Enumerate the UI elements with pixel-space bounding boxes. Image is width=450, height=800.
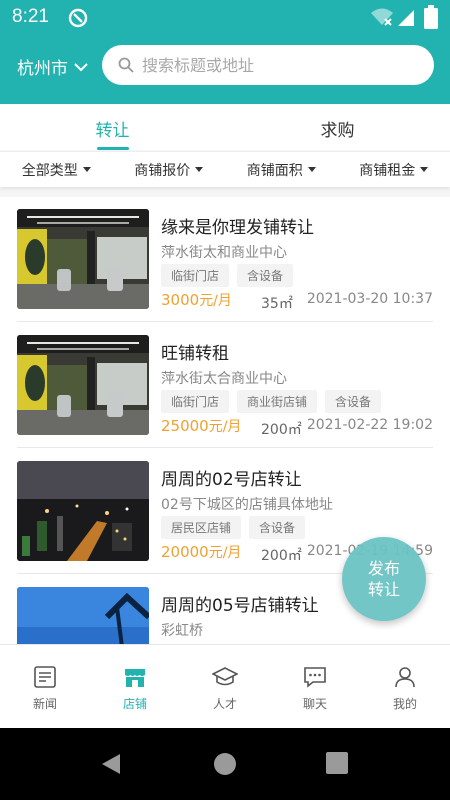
caret-down-icon bbox=[195, 166, 204, 172]
city-label: 杭州市 bbox=[17, 59, 68, 79]
publish-transfer-button[interactable]: 发布 转让 bbox=[342, 537, 426, 621]
listing-title: 旺铺转租 bbox=[161, 344, 229, 364]
listing-address: 02号下城区的店铺具体地址 bbox=[161, 497, 333, 513]
city-selector[interactable]: 杭州市 bbox=[17, 54, 88, 79]
divider bbox=[17, 447, 433, 448]
nav-label: 店铺 bbox=[122, 697, 147, 711]
nav-item-store[interactable]: 店铺 bbox=[90, 645, 180, 728]
nav-item-talent[interactable]: 人才 bbox=[180, 645, 270, 728]
caret-down-icon bbox=[307, 166, 316, 172]
listing-price: 25000元/月 bbox=[161, 416, 241, 436]
tag: 临街门店 bbox=[161, 264, 230, 287]
chat-icon bbox=[304, 667, 326, 688]
filter-all-types[interactable]: 全部类型 bbox=[0, 152, 113, 187]
nav-item-chat[interactable]: 聊天 bbox=[270, 645, 360, 728]
tag: 含设备 bbox=[325, 390, 382, 413]
nav-label: 我的 bbox=[392, 697, 417, 711]
battery-icon bbox=[424, 5, 438, 33]
tag: 含设备 bbox=[237, 264, 294, 287]
listing-item[interactable]: 缘来是你理发铺转让 萍水街太和商业中心 临街门店 含设备 3000元/月 35㎡… bbox=[17, 197, 433, 315]
listing-tags: 临街门店 含设备 bbox=[161, 264, 294, 287]
price-value: 25000 bbox=[161, 417, 209, 435]
signal-icon bbox=[396, 8, 416, 32]
nav-item-me[interactable]: 我的 bbox=[360, 645, 450, 728]
listing-address: 萍水街太合商业中心 bbox=[161, 371, 287, 387]
fab-label-line1: 发布 bbox=[367, 559, 400, 578]
listing-price: 3000元/月 bbox=[161, 290, 232, 310]
listing-title: 周周的05号店铺转让 bbox=[161, 596, 319, 616]
tab-wanted[interactable]: 求购 bbox=[225, 104, 450, 150]
status-time: 8:21 bbox=[12, 6, 49, 27]
price-value: 3000 bbox=[161, 291, 200, 309]
app-notification-icon bbox=[68, 8, 88, 32]
price-unit: 元/月 bbox=[208, 419, 242, 435]
listing-thumbnail-cityscape bbox=[17, 461, 149, 561]
nav-label: 聊天 bbox=[302, 697, 327, 711]
graduation-cap-icon bbox=[212, 667, 238, 686]
system-nav-bar bbox=[0, 728, 450, 800]
filter-area[interactable]: 商铺面积 bbox=[225, 152, 338, 187]
price-unit: 元/月 bbox=[199, 293, 232, 309]
back-icon[interactable] bbox=[100, 752, 122, 780]
filter-label: 商铺报价 bbox=[134, 163, 191, 179]
tag: 居民区店铺 bbox=[161, 516, 242, 539]
price-value: 20000 bbox=[161, 543, 209, 561]
listing-tags: 临街门店 商业街店铺 含设备 bbox=[161, 390, 382, 413]
listing-item[interactable]: 旺铺转租 萍水街太合商业中心 临街门店 商业街店铺 含设备 25000元/月 2… bbox=[17, 323, 433, 441]
tab-transfer[interactable]: 转让 bbox=[0, 104, 225, 150]
wifi-icon bbox=[370, 7, 394, 31]
listing-date: 2021-03-20 10:37 bbox=[306, 291, 433, 307]
filter-rent[interactable]: 商铺租金 bbox=[338, 152, 450, 187]
listing-address: 彩虹桥 bbox=[161, 623, 203, 639]
caret-down-icon bbox=[420, 166, 429, 172]
listing-price: 20000元/月 bbox=[161, 542, 241, 562]
filter-label: 商铺租金 bbox=[359, 163, 416, 179]
home-icon[interactable] bbox=[213, 752, 237, 780]
listing-area: 35㎡ bbox=[261, 296, 293, 312]
listing-thumbnail-salon bbox=[17, 209, 149, 309]
listing-thumbnail-bridge bbox=[17, 587, 149, 644]
user-icon bbox=[395, 667, 415, 688]
recent-apps-icon[interactable] bbox=[326, 752, 348, 778]
divider bbox=[17, 321, 433, 322]
fab-label-line2: 转让 bbox=[367, 580, 400, 599]
bottom-nav: 新闻 店铺 人才 聊天 我的 bbox=[0, 644, 450, 728]
nav-item-news[interactable]: 新闻 bbox=[0, 645, 90, 728]
nav-label: 新闻 bbox=[32, 697, 57, 711]
search-input[interactable] bbox=[142, 55, 412, 75]
search-box[interactable] bbox=[102, 45, 434, 85]
chevron-down-icon bbox=[74, 62, 88, 71]
listing-tags: 居民区店铺 含设备 bbox=[161, 516, 306, 539]
tag: 商业街店铺 bbox=[237, 390, 318, 413]
app-header: 杭州市 bbox=[0, 36, 450, 104]
tag: 含设备 bbox=[249, 516, 306, 539]
listing-thumbnail-salon bbox=[17, 335, 149, 435]
status-bar: 8:21 bbox=[0, 0, 450, 36]
news-icon bbox=[34, 666, 56, 688]
listing-date: 2021-02-22 19:02 bbox=[306, 417, 433, 433]
listing-title: 周周的02号店转让 bbox=[161, 470, 302, 490]
price-unit: 元/月 bbox=[208, 545, 242, 561]
caret-down-icon bbox=[82, 166, 91, 172]
tab-bar: 转让 求购 bbox=[0, 104, 450, 150]
filter-bar: 全部类型 商铺报价 商铺面积 商铺租金 bbox=[0, 151, 450, 187]
filter-price[interactable]: 商铺报价 bbox=[113, 152, 226, 187]
filter-label: 商铺面积 bbox=[246, 163, 303, 179]
filter-label: 全部类型 bbox=[21, 163, 78, 179]
nav-label: 人才 bbox=[212, 697, 237, 711]
tag: 临街门店 bbox=[161, 390, 230, 413]
listing-area: 200㎡ bbox=[261, 548, 302, 564]
store-icon bbox=[125, 669, 145, 687]
listing-area: 200㎡ bbox=[261, 422, 302, 438]
search-icon bbox=[118, 57, 134, 73]
listing-address: 萍水街太和商业中心 bbox=[161, 245, 287, 261]
listing-title: 缘来是你理发铺转让 bbox=[161, 218, 314, 238]
